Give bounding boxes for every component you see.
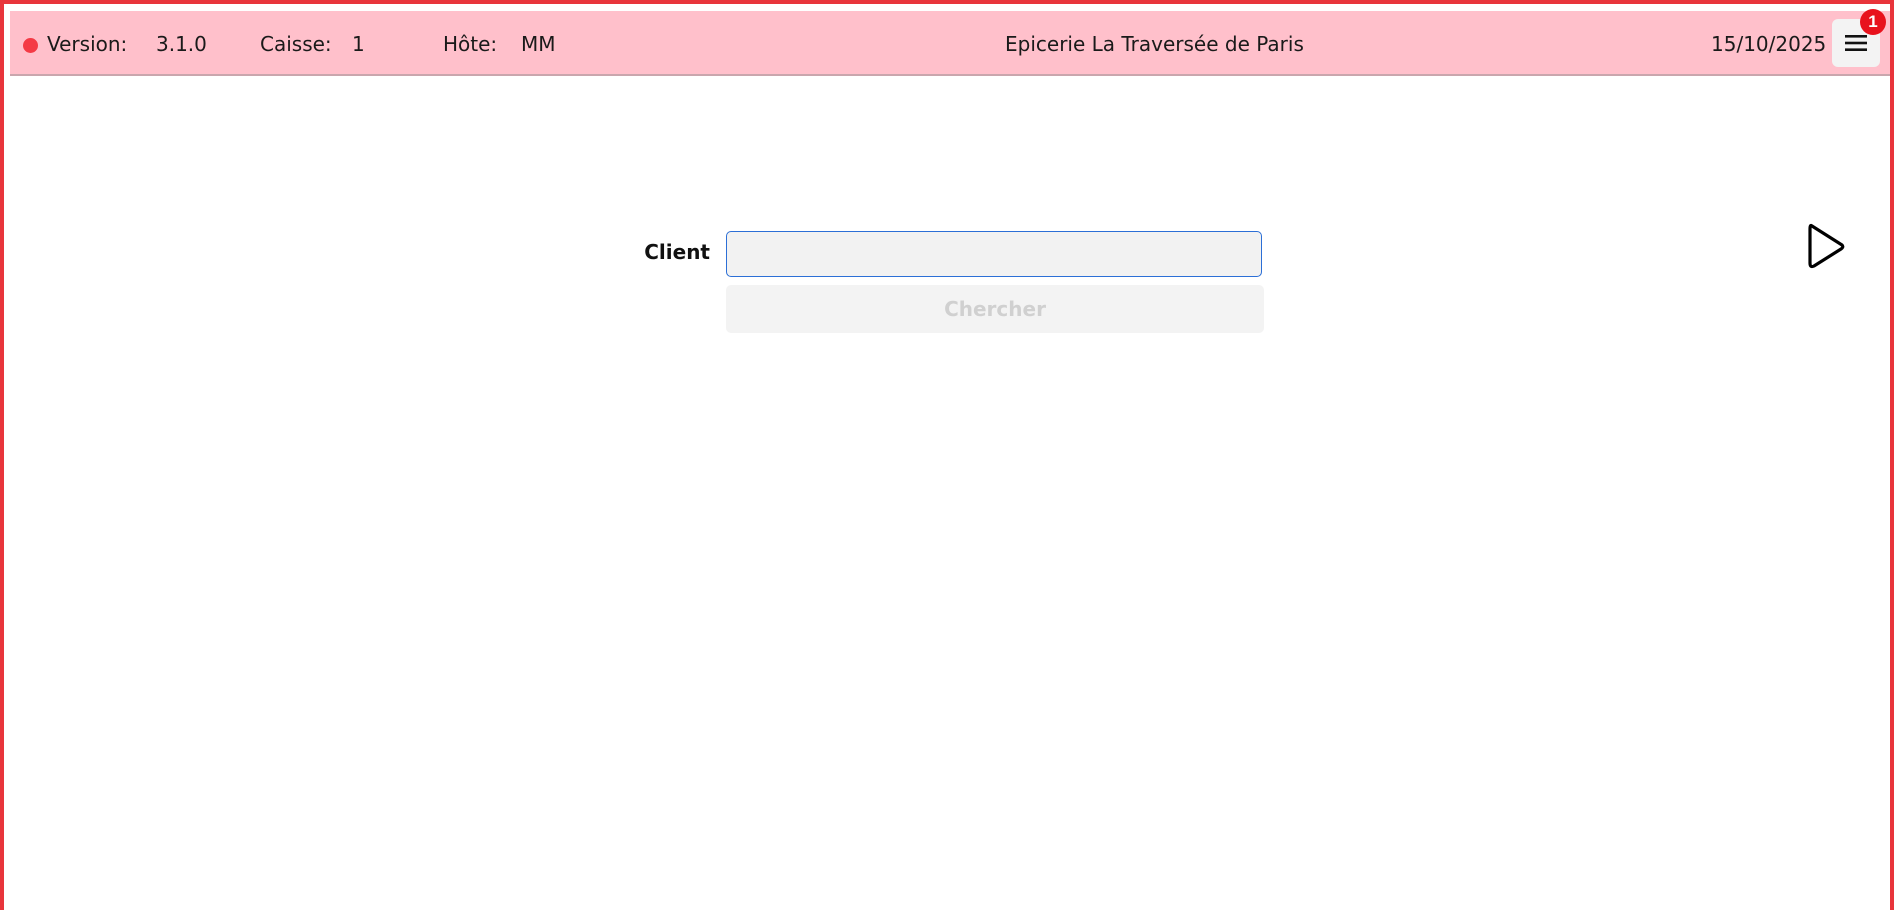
status-bar: Version: 3.1.0 Caisse: 1 Hôte: MM Epicer… [10, 9, 1890, 76]
host-label: Hôte: [443, 32, 498, 56]
notification-badge: 1 [1860, 9, 1886, 35]
store-name: Epicerie La Traversée de Paris [1005, 32, 1304, 56]
register-value: 1 [352, 32, 365, 56]
mouse-cursor-icon [1806, 222, 1848, 274]
version-label: Version: [47, 32, 128, 56]
register-label: Caisse: [260, 32, 332, 56]
current-date: 15/10/2025 [1711, 32, 1827, 56]
client-search-input[interactable] [726, 231, 1262, 277]
app-window: Version: 3.1.0 Caisse: 1 Hôte: MM Epicer… [0, 0, 1894, 910]
connection-status-indicator [23, 38, 38, 53]
host-value: MM [521, 32, 556, 56]
search-button[interactable]: Chercher [726, 285, 1264, 333]
client-label: Client [644, 240, 710, 264]
version-value: 3.1.0 [156, 32, 207, 56]
menu-button[interactable]: 1 [1832, 9, 1886, 67]
hamburger-menu-icon [1845, 35, 1867, 51]
